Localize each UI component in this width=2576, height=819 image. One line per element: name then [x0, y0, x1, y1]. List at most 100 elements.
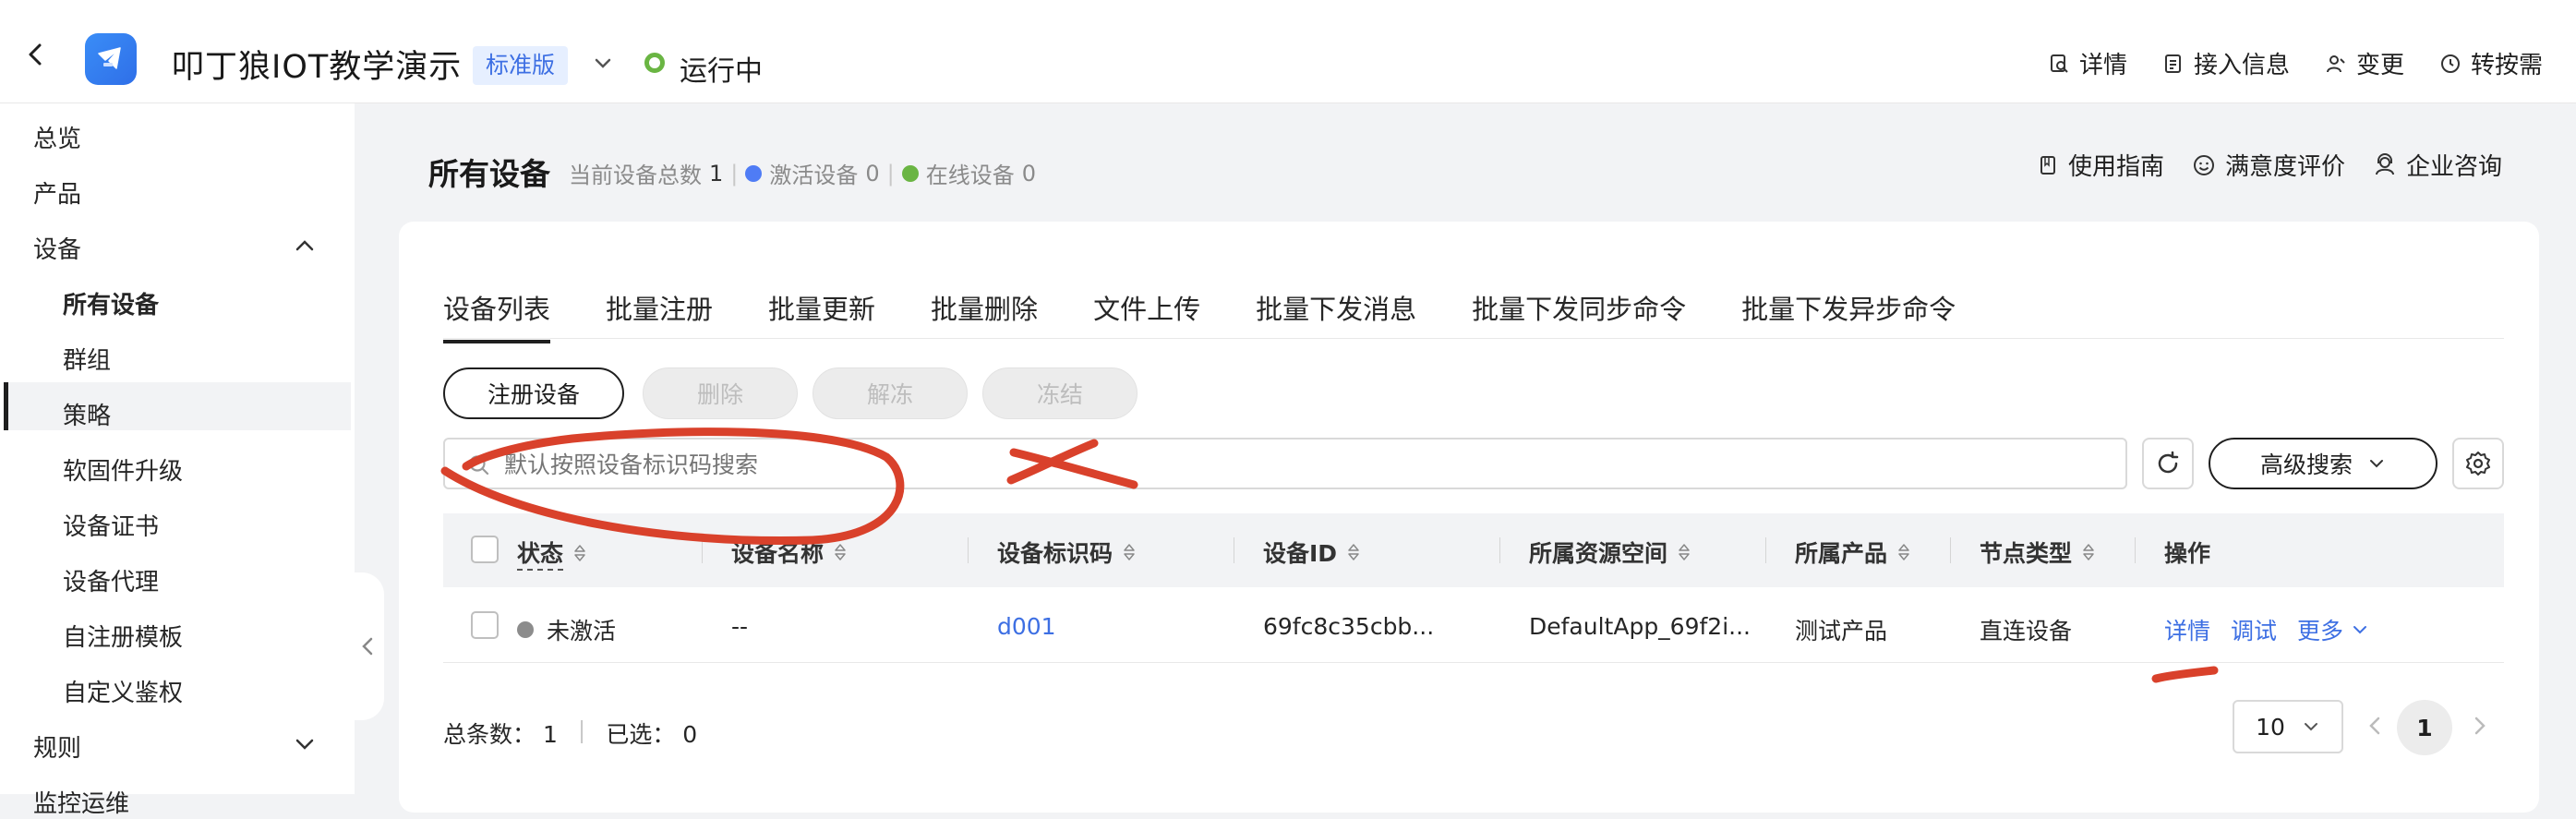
online-devices-value: 0	[1021, 160, 1037, 187]
delete-button[interactable]: 删除	[643, 367, 798, 419]
sidebar-item-self-register-template[interactable]: 自注册模板	[63, 619, 183, 653]
sidebar-item-groups[interactable]: 群组	[63, 342, 111, 376]
activated-devices-label: 激活设备	[769, 163, 859, 188]
column-header-device-id[interactable]: 设备ID	[1263, 536, 1361, 569]
online-dot	[901, 164, 919, 182]
page-size-select[interactable]: 10	[2233, 700, 2343, 753]
sidebar-item-device-certificates[interactable]: 设备证书	[63, 508, 159, 542]
column-header-status[interactable]: 状态	[517, 536, 587, 571]
guide-link-label: 使用指南	[2067, 153, 2164, 181]
row-details-link[interactable]: 详情	[2164, 613, 2210, 646]
chevron-down-icon	[2370, 460, 2383, 468]
advanced-search-button[interactable]: 高级搜索	[2209, 438, 2438, 489]
column-header-node-type[interactable]: 节点类型	[1980, 536, 2096, 569]
sidebar-item-products[interactable]: 产品	[33, 175, 81, 210]
chevron-down-icon[interactable]	[593, 53, 613, 77]
top-action-details[interactable]: 详情	[2048, 46, 2127, 80]
refresh-icon	[2158, 451, 2179, 474]
enterprise-consult-link[interactable]: 企业咨询	[2373, 148, 2502, 182]
register-device-button[interactable]: 注册设备	[443, 367, 624, 419]
top-action-details-label: 详情	[2078, 52, 2127, 79]
search-input[interactable]	[504, 447, 2074, 482]
sidebar-item-devices[interactable]: 设备	[33, 231, 81, 265]
tab-file-upload[interactable]: 文件上传	[1093, 288, 1200, 343]
row-more-dropdown[interactable]: 更多	[2297, 613, 2369, 646]
activated-devices-value: 0	[865, 160, 880, 187]
feedback-link[interactable]: 满意度评价	[2192, 148, 2345, 182]
tab-batch-sync-command[interactable]: 批量下发同步命令	[1472, 288, 1686, 343]
device-identifier-link[interactable]: d001	[997, 613, 1056, 640]
node-type: 直连设备	[1980, 618, 2073, 644]
sort-icon	[1898, 544, 1909, 560]
tab-batch-delete[interactable]: 批量删除	[931, 288, 1038, 343]
chevron-up-icon[interactable]	[294, 235, 316, 260]
device-stats: 当前设备总数 1 | 激活设备 0 | 在线设备 0	[569, 157, 1036, 189]
freeze-button[interactable]: 冻结	[982, 367, 1138, 419]
gear-icon	[2466, 452, 2490, 476]
column-divider	[1765, 537, 1766, 563]
search-box	[443, 438, 2127, 489]
main-content: 所有设备 当前设备总数 1 | 激活设备 0 | 在线设备 0 使用指南 满意度…	[355, 103, 2576, 813]
device-id: 69fc8c35cbb...	[1263, 613, 1435, 640]
app-title: 叩丁狼IOT教学演示	[172, 49, 463, 86]
tab-batch-register[interactable]: 批量注册	[606, 288, 713, 343]
top-action-access-info[interactable]: 接入信息	[2162, 46, 2290, 80]
next-page-button[interactable]	[2471, 713, 2489, 742]
column-divider	[2135, 537, 2136, 563]
sidebar-item-custom-auth[interactable]: 自定义鉴权	[63, 674, 183, 708]
chevron-down-icon	[2304, 723, 2317, 731]
enterprise-consult-label: 企业咨询	[2405, 153, 2502, 181]
instance-status: 运行中	[680, 55, 763, 88]
prev-page-button[interactable]	[2365, 713, 2384, 742]
select-all-checkbox[interactable]	[471, 536, 499, 563]
book-icon	[2040, 155, 2055, 175]
column-header-device-name[interactable]: 设备名称	[731, 536, 848, 569]
unfreeze-button[interactable]: 解冻	[813, 367, 968, 419]
column-header-actions: 操作	[2164, 540, 2211, 567]
sidebar-active-bg	[4, 382, 351, 430]
online-devices-label: 在线设备	[925, 163, 1015, 188]
sidebar-item-monitoring[interactable]: 监控运维	[33, 785, 129, 819]
column-divider	[1499, 537, 1500, 563]
clock-icon	[2440, 54, 2460, 73]
guide-link[interactable]: 使用指南	[2037, 148, 2164, 182]
tab-device-list[interactable]: 设备列表	[443, 288, 551, 343]
sidebar-item-rules[interactable]: 规则	[33, 729, 81, 764]
sidebar-item-all-devices[interactable]: 所有设备	[63, 286, 159, 320]
sort-icon	[574, 545, 585, 561]
chevron-down-icon[interactable]	[294, 733, 316, 759]
tab-batch-message[interactable]: 批量下发消息	[1256, 288, 1416, 343]
column-divider	[968, 537, 969, 563]
status-dot	[644, 53, 665, 73]
sidebar-item-firmware-upgrade[interactable]: 软固件升级	[63, 452, 183, 487]
row-debug-link[interactable]: 调试	[2231, 613, 2277, 646]
sidebar-active-indicator	[4, 382, 8, 430]
column-header-identifier[interactable]: 设备标识码	[997, 536, 1137, 569]
tab-divider	[443, 338, 2504, 339]
tab-batch-async-command[interactable]: 批量下发异步命令	[1741, 288, 1956, 343]
product-name: 测试产品	[1795, 618, 1888, 644]
top-action-switch-billing[interactable]: 转按需	[2439, 46, 2543, 80]
column-divider	[702, 537, 703, 563]
row-checkbox[interactable]	[471, 611, 499, 639]
sort-icon	[1348, 544, 1359, 560]
sidebar-item-overview[interactable]: 总览	[33, 120, 81, 154]
sidebar-item-device-proxy[interactable]: 设备代理	[63, 563, 159, 597]
chevron-left-icon[interactable]	[24, 42, 48, 66]
tab-batch-update[interactable]: 批量更新	[768, 288, 875, 343]
smile-icon	[2193, 154, 2214, 175]
top-bar: 叩丁狼IOT教学演示 标准版 运行中 详情 接入信息 变更 转按需	[0, 0, 2576, 103]
chevron-left-icon	[2369, 717, 2380, 735]
table-row: 未激活 -- d001 69fc8c35cbb... DefaultApp_69…	[443, 587, 2504, 663]
column-header-product[interactable]: 所属产品	[1795, 536, 1911, 569]
total-devices-value: 1	[709, 160, 724, 187]
top-action-switch-billing-label: 转按需	[2470, 52, 2543, 79]
devices-card: 设备列表 批量注册 批量更新 批量删除 文件上传 批量下发消息 批量下发同步命令…	[399, 222, 2539, 813]
sidebar-item-policies[interactable]: 策略	[63, 397, 111, 431]
settings-button[interactable]	[2452, 438, 2504, 489]
refresh-button[interactable]	[2142, 438, 2194, 489]
top-action-change[interactable]: 变更	[2325, 46, 2404, 80]
column-divider	[1950, 537, 1951, 563]
page-number-current[interactable]: 1	[2397, 700, 2452, 755]
column-header-resource-space[interactable]: 所属资源空间	[1529, 536, 1691, 569]
